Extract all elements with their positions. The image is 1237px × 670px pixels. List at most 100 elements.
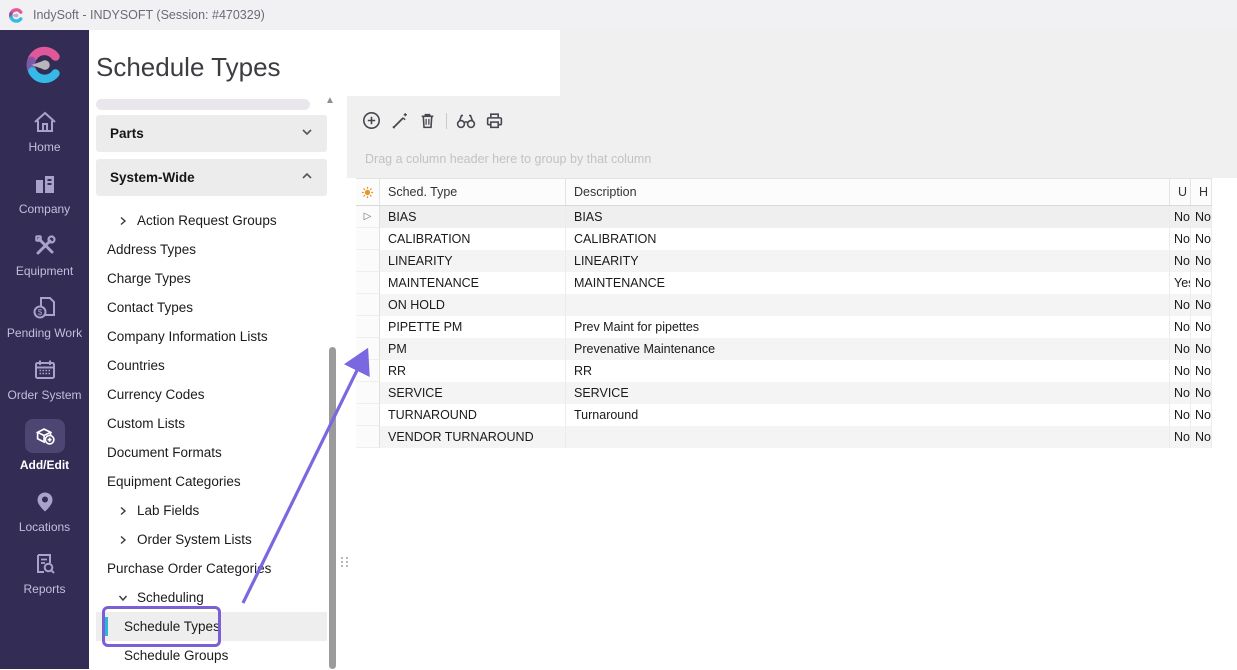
tree-item-action-request-groups[interactable]: Action Request Groups (96, 206, 327, 235)
cell-sched-type[interactable]: LINEARITY (380, 250, 566, 272)
splitter-grip[interactable] (341, 557, 350, 571)
tree-item-order-system-lists[interactable]: Order System Lists (96, 525, 327, 554)
cell-description[interactable]: Prevenative Maintenance (566, 338, 1170, 360)
tree-item-address-types[interactable]: Address Types (96, 235, 327, 264)
cell-sched-type[interactable]: CALIBRATION (380, 228, 566, 250)
tree-item-lab-fields[interactable]: Lab Fields (96, 496, 327, 525)
row-header (356, 338, 380, 360)
cell-sched-type[interactable]: MAINTENANCE (380, 272, 566, 294)
cell-h[interactable]: No (1191, 338, 1212, 360)
cell-sched-type[interactable]: SERVICE (380, 382, 566, 404)
cell-h[interactable]: No (1191, 206, 1212, 228)
tree-item-equipment-categories[interactable]: Equipment Categories (96, 467, 327, 496)
cell-h[interactable]: No (1191, 316, 1212, 338)
cell-u[interactable]: No (1170, 250, 1191, 272)
nav-scroll-track[interactable] (96, 99, 310, 110)
tree-item-company-information-lists[interactable]: Company Information Lists (96, 322, 327, 351)
sidebar-item-locations[interactable]: Locations (0, 481, 89, 543)
cell-description[interactable]: RR (566, 360, 1170, 382)
cell-sched-type[interactable]: PM (380, 338, 566, 360)
tree-item-schedule-types[interactable]: Schedule Types (96, 612, 327, 641)
cell-sched-type[interactable]: RR (380, 360, 566, 382)
column-header-sched-type[interactable]: Sched. Type (380, 179, 566, 205)
cell-h[interactable]: No (1191, 382, 1212, 404)
customize-sun-icon[interactable] (356, 179, 380, 205)
tree-item-charge-types[interactable]: Charge Types (96, 264, 327, 293)
cell-h[interactable]: No (1191, 426, 1212, 448)
cell-u[interactable]: Yes (1170, 272, 1191, 294)
table-row[interactable]: SERVICE SERVICE No No (356, 382, 1212, 404)
tree-item-countries[interactable]: Countries (96, 351, 327, 380)
cell-u[interactable]: No (1170, 360, 1191, 382)
cell-u[interactable]: No (1170, 206, 1191, 228)
scroll-up-icon[interactable]: ▲ (325, 95, 335, 106)
cell-h[interactable]: No (1191, 250, 1212, 272)
cell-sched-type[interactable]: TURNAROUND (380, 404, 566, 426)
cell-sched-type[interactable]: VENDOR TURNAROUND (380, 426, 566, 448)
sidebar-item-reports[interactable]: Reports (0, 543, 89, 605)
edit-wand-button[interactable] (390, 111, 409, 130)
sidebar-item-equipment[interactable]: Equipment (0, 225, 89, 287)
tree-item-label: Lab Fields (137, 503, 199, 518)
sidebar-item-company[interactable]: Company (0, 163, 89, 225)
accordion-parts[interactable]: Parts (96, 115, 327, 152)
cell-description[interactable]: CALIBRATION (566, 228, 1170, 250)
table-row[interactable]: LINEARITY LINEARITY No No (356, 250, 1212, 272)
cell-description[interactable]: Prev Maint for pipettes (566, 316, 1170, 338)
tree-item-document-formats[interactable]: Document Formats (96, 438, 327, 467)
cell-description[interactable]: Turnaround (566, 404, 1170, 426)
cell-u[interactable]: No (1170, 294, 1191, 316)
sidebar-item-pending-work[interactable]: $ Pending Work (0, 287, 89, 349)
sidebar-item-order-system[interactable]: Order System (0, 349, 89, 411)
nav-scrollbar-thumb[interactable] (329, 347, 336, 669)
sidebar-item-home[interactable]: Home (0, 101, 89, 163)
cell-h[interactable]: No (1191, 228, 1212, 250)
table-row[interactable]: TURNAROUND Turnaround No No (356, 404, 1212, 426)
cell-u[interactable]: No (1170, 228, 1191, 250)
tree-item-scheduling[interactable]: Scheduling (96, 583, 327, 612)
table-row[interactable]: PM Prevenative Maintenance No No (356, 338, 1212, 360)
tree-item-currency-codes[interactable]: Currency Codes (96, 380, 327, 409)
column-header-h[interactable]: H (1191, 179, 1212, 205)
tree-item-contact-types[interactable]: Contact Types (96, 293, 327, 322)
cell-u[interactable]: No (1170, 316, 1191, 338)
tree-item-schedule-groups[interactable]: Schedule Groups (96, 641, 327, 670)
cell-description[interactable] (566, 426, 1170, 448)
cell-h[interactable]: No (1191, 404, 1212, 426)
cell-h[interactable]: No (1191, 294, 1212, 316)
find-binoculars-button[interactable] (456, 111, 476, 130)
table-row[interactable]: RR RR No No (356, 360, 1212, 382)
table-row[interactable]: ▷ BIAS BIAS No No (356, 206, 1212, 228)
print-button[interactable] (485, 111, 504, 130)
cell-sched-type[interactable]: PIPETTE PM (380, 316, 566, 338)
add-button[interactable] (362, 111, 381, 130)
delete-trash-button[interactable] (418, 111, 437, 130)
column-header-u[interactable]: U (1170, 179, 1191, 205)
cell-description[interactable]: SERVICE (566, 382, 1170, 404)
table-row[interactable]: VENDOR TURNAROUND No No (356, 426, 1212, 448)
cell-sched-type[interactable]: ON HOLD (380, 294, 566, 316)
cell-u[interactable]: No (1170, 426, 1191, 448)
tree-item-label: Action Request Groups (137, 213, 277, 228)
table-row[interactable]: MAINTENANCE MAINTENANCE Yes No (356, 272, 1212, 294)
table-row[interactable]: CALIBRATION CALIBRATION No No (356, 228, 1212, 250)
tree-item-custom-lists[interactable]: Custom Lists (96, 409, 327, 438)
cell-u[interactable]: No (1170, 382, 1191, 404)
tree-item-purchase-order-categories[interactable]: Purchase Order Categories (96, 554, 327, 583)
chevron-right-icon (118, 216, 128, 226)
column-header-description[interactable]: Description (566, 179, 1170, 205)
cell-sched-type[interactable]: BIAS (380, 206, 566, 228)
cell-description[interactable]: BIAS (566, 206, 1170, 228)
table-row[interactable]: PIPETTE PM Prev Maint for pipettes No No (356, 316, 1212, 338)
table-row[interactable]: ON HOLD No No (356, 294, 1212, 316)
cell-description[interactable] (566, 294, 1170, 316)
tree-item-label: Custom Lists (107, 416, 185, 431)
cell-description[interactable]: MAINTENANCE (566, 272, 1170, 294)
cell-description[interactable]: LINEARITY (566, 250, 1170, 272)
cell-u[interactable]: No (1170, 404, 1191, 426)
cell-u[interactable]: No (1170, 338, 1191, 360)
sidebar-item-add-edit[interactable]: Add/Edit (0, 411, 89, 481)
cell-h[interactable]: No (1191, 272, 1212, 294)
accordion-system-wide[interactable]: System-Wide (96, 159, 327, 196)
cell-h[interactable]: No (1191, 360, 1212, 382)
